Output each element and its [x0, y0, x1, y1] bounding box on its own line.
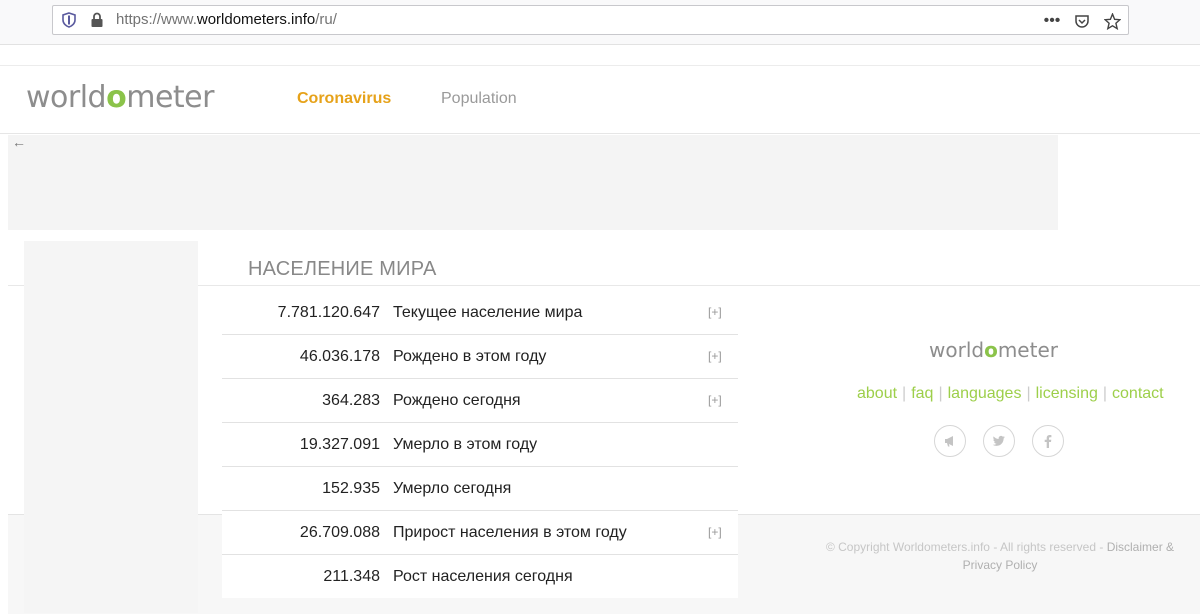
counter-value: 364.283: [322, 392, 380, 409]
link-separator: |: [1102, 385, 1108, 402]
footer-link-languages[interactable]: languages: [948, 385, 1022, 402]
footer-link-about[interactable]: about: [857, 385, 897, 402]
counter-row: 7.781.120.647 Текущее население мира [+]: [222, 291, 738, 335]
counter-label: Текущее население мира: [393, 304, 583, 321]
counter-value: 19.327.091: [299, 436, 380, 453]
back-arrow-icon[interactable]: ←: [12, 134, 26, 150]
url-text[interactable]: https://www.worldometers.info/ru/: [116, 11, 337, 28]
url-host: worldometers.info: [196, 11, 316, 28]
left-sidebar-ad: [24, 241, 198, 613]
facebook-icon[interactable]: [1032, 425, 1064, 457]
counter-row: 19.327.091 Умерло в этом году: [222, 423, 738, 467]
expand-toggle[interactable]: [+]: [708, 305, 722, 319]
logo-text-prefix: world: [929, 338, 985, 362]
footer-link-licensing[interactable]: licensing: [1036, 385, 1098, 402]
expand-toggle[interactable]: [+]: [708, 393, 722, 407]
expand-toggle[interactable]: [+]: [708, 349, 722, 363]
footer-link-contact[interactable]: contact: [1112, 385, 1164, 402]
more-icon[interactable]: •••: [1042, 11, 1062, 31]
population-counters: 7.781.120.647 Текущее население мира [+]…: [222, 291, 738, 598]
pocket-icon[interactable]: [1072, 11, 1092, 31]
counter-label: Рождено сегодня: [393, 392, 521, 409]
counter-label: Умерло сегодня: [393, 480, 512, 497]
logo-text-o: o: [106, 80, 127, 115]
expand-toggle[interactable]: [+]: [708, 525, 722, 539]
link-separator: |: [938, 385, 943, 402]
url-path: /ru/: [315, 11, 337, 28]
lock-icon[interactable]: [90, 12, 104, 28]
address-bar[interactable]: https://www.worldometers.info/ru/ •••: [52, 5, 1129, 35]
footer-logo[interactable]: worldometer: [929, 338, 1058, 362]
footer-links: about | faq | languages | licensing | contact: [857, 385, 1164, 403]
link-separator: |: [902, 385, 907, 402]
worldometer-logo[interactable]: worldometer: [26, 80, 214, 115]
twitter-icon[interactable]: [983, 425, 1015, 457]
counter-row: 46.036.178 Рождено в этом году [+]: [222, 335, 738, 379]
copyright-text: © Copyright Worldometers.info - All righ…: [825, 540, 1107, 554]
copyright-notice: © Copyright Worldometers.info - All righ…: [810, 538, 1190, 574]
counter-value: 26.709.088: [299, 524, 380, 541]
counter-value: 152.935: [322, 480, 380, 497]
counter-value: 211.348: [323, 568, 380, 585]
logo-text-o: o: [984, 338, 998, 362]
counter-row: 364.283 Рождено сегодня [+]: [222, 379, 738, 423]
address-bar-actions: •••: [1042, 10, 1122, 32]
nav-coronavirus[interactable]: Coronavirus: [297, 90, 391, 108]
nav-population[interactable]: Population: [441, 90, 517, 108]
counter-value: 7.781.120.647: [277, 304, 380, 321]
counter-row: 26.709.088 Прирост населения в этом году…: [222, 511, 738, 555]
shield-icon[interactable]: [61, 12, 77, 28]
star-icon[interactable]: [1102, 11, 1122, 31]
site-header: worldometer Coronavirus Population: [0, 65, 1200, 134]
section-title: НАСЕЛЕНИЕ МИРА: [248, 258, 437, 280]
counter-label: Прирост населения в этом году: [393, 524, 627, 541]
counter-row: 152.935 Умерло сегодня: [222, 467, 738, 511]
browser-toolbar: https://www.worldometers.info/ru/ •••: [0, 0, 1200, 45]
counter-value: 46.036.178: [299, 348, 380, 365]
logo-text-prefix: world: [26, 80, 107, 115]
counter-label: Умерло в этом году: [393, 436, 538, 453]
link-separator: |: [1026, 385, 1031, 402]
counter-label: Рост населения сегодня: [393, 568, 573, 585]
logo-text-suffix: meter: [997, 338, 1058, 362]
megaphone-icon[interactable]: [934, 425, 966, 457]
counter-label: Рождено в этом году: [393, 348, 547, 365]
url-prefix: https://www.: [116, 11, 197, 28]
logo-text-suffix: meter: [126, 80, 214, 115]
counter-row: 211.348 Рост населения сегодня: [222, 555, 738, 598]
ad-banner: [8, 135, 1058, 230]
footer-link-faq[interactable]: faq: [911, 385, 933, 402]
